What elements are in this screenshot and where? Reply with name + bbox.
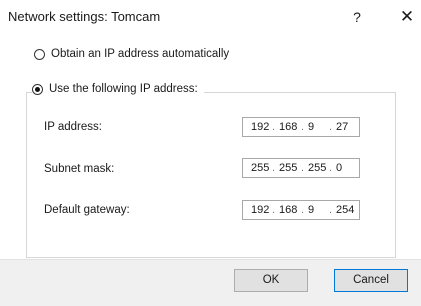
octet-separator: . [329,121,333,133]
octet-separator: . [272,162,276,174]
octet-separator: . [329,162,333,174]
subnet-mask-field[interactable]: 255 . 255 . 255 . 0 [242,158,360,178]
close-button[interactable]: ✕ [393,4,421,30]
window-title: Network settings: Tomcam [8,9,161,24]
octet-separator: . [272,204,276,216]
title-bar: Network settings: Tomcam ? ✕ [0,0,421,34]
octet-3[interactable]: 9 [308,121,314,133]
octet-3[interactable]: 255 [308,162,326,174]
octet-separator: . [301,162,305,174]
radio-button-icon[interactable] [34,48,45,60]
octet-separator: . [301,204,305,216]
octet-1[interactable]: 192 [251,121,269,133]
radio-label-automatic: Obtain an IP address automatically [51,48,230,60]
octet-3[interactable]: 9 [308,204,314,216]
octet-1[interactable]: 255 [251,162,269,174]
ip-address-label: IP address: [44,121,102,133]
octet-1[interactable]: 192 [251,204,269,216]
ip-address-field[interactable]: 192 . 168 . 9 . 27 [242,117,360,137]
radio-label-manual: Use the following IP address: [49,83,198,95]
octet-4[interactable]: 27 [336,121,348,133]
octet-separator: . [329,204,333,216]
octet-separator: . [272,121,276,133]
octet-4[interactable]: 0 [336,162,342,174]
ok-button[interactable]: OK [234,269,308,292]
subnet-mask-label: Subnet mask: [44,163,115,175]
octet-2[interactable]: 168 [279,204,297,216]
octet-2[interactable]: 255 [279,162,297,174]
default-gateway-field[interactable]: 192 . 168 . 9 . 254 [242,200,360,220]
octet-2[interactable]: 168 [279,121,297,133]
default-gateway-label: Default gateway: [44,204,130,216]
octet-4[interactable]: 254 [336,204,354,216]
radio-obtain-automatically[interactable]: Obtain an IP address automatically [34,48,230,60]
radio-button-selected-icon[interactable] [32,83,43,95]
octet-separator: . [301,121,305,133]
button-bar: OK Cancel [0,259,421,306]
cancel-button[interactable]: Cancel [334,269,408,292]
radio-use-following-ip[interactable]: Use the following IP address: [32,83,204,95]
dialog-content: Obtain an IP address automatically Use t… [0,34,421,259]
help-button[interactable]: ? [340,4,374,30]
